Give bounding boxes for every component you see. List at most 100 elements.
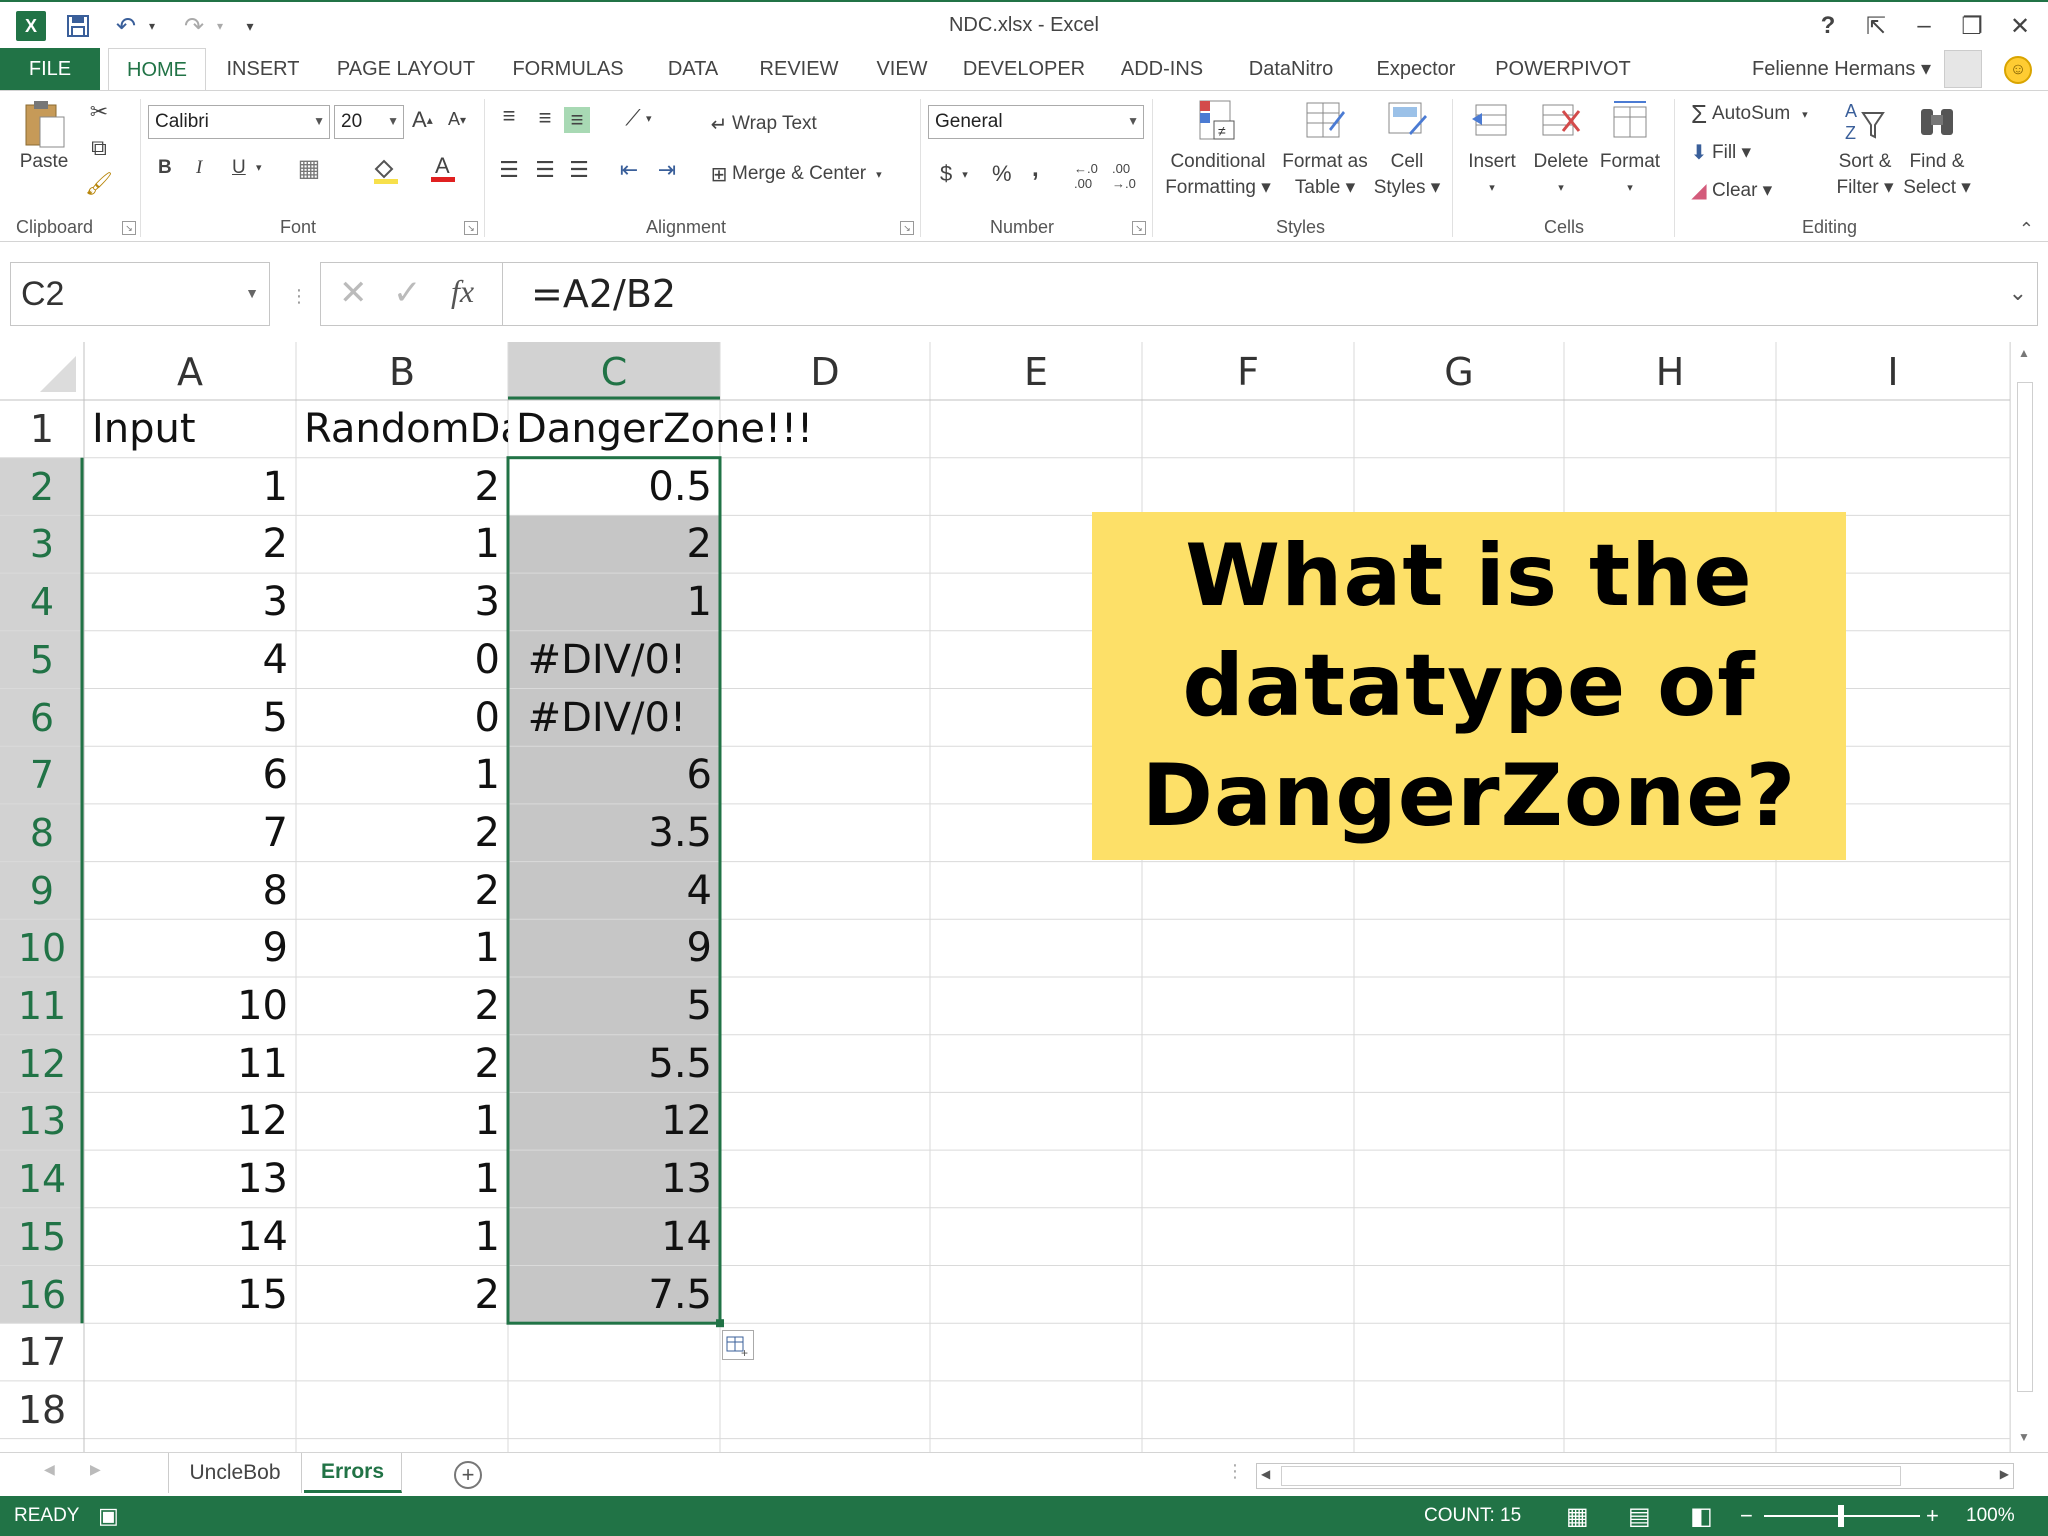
column-header-e[interactable]: E [930,344,1142,400]
cell-b12[interactable]: 2 [296,1035,508,1093]
cell-b6[interactable]: 0 [296,689,508,747]
row-header[interactable]: 18 [0,1381,84,1439]
font-size-select[interactable]: 20 ▼ [334,105,404,139]
cell-a4[interactable]: 3 [84,573,296,631]
cell-a10[interactable]: 9 [84,919,296,977]
row-header[interactable]: 6 [0,689,84,747]
underline-dropdown-icon[interactable]: ▾ [256,161,262,174]
tab-insert[interactable]: INSERT [218,48,308,90]
borders-icon[interactable]: ▦ [296,155,322,182]
tab-expector[interactable]: Expector [1368,48,1464,90]
row-header[interactable]: 3 [0,515,84,573]
cell-c12[interactable]: 5.5 [508,1035,720,1093]
cell-c7[interactable]: 6 [508,746,720,804]
cancel-icon[interactable]: ✕ [339,273,368,313]
chevron-down-icon[interactable]: ▼ [245,285,259,301]
row-header[interactable]: 4 [0,573,84,631]
cell-c6[interactable]: #DIV/0! [508,689,720,747]
cell-b11[interactable]: 2 [296,977,508,1035]
cell-c11[interactable]: 5 [508,977,720,1035]
align-center-icon[interactable]: ☰ [532,157,558,183]
merge-center-button[interactable]: ⊞ Merge & Center ▾ [706,161,882,187]
cell-a18[interactable] [84,1381,296,1439]
cell-c15[interactable]: 14 [508,1208,720,1266]
tab-view[interactable]: VIEW [866,48,938,90]
close-button[interactable]: ✕ [2002,10,2038,42]
cell-c8[interactable]: 3.5 [508,804,720,862]
cell-a16[interactable]: 15 [84,1266,296,1324]
cell-a17[interactable] [84,1323,296,1381]
restore-button[interactable]: ❐ [1954,10,1990,42]
quick-analysis-icon[interactable]: + [722,1330,754,1360]
align-right-icon[interactable]: ☰ [566,157,592,183]
cell-b3[interactable]: 1 [296,515,508,573]
tab-split-handle[interactable]: ⋮ [1226,1461,1244,1482]
cell-a1[interactable]: Input [84,400,296,458]
vertical-scroll-thumb[interactable] [2017,382,2033,1392]
align-left-icon[interactable]: ☰ [496,157,522,183]
avatar[interactable] [1944,50,1982,88]
cut-icon[interactable]: ✂ [86,99,112,125]
top-align-icon[interactable]: ≡ [496,103,522,129]
formula-bar-resize-handle[interactable]: ⋮ [290,286,308,307]
user-account-menu[interactable]: Felienne Hermans ▾ [1752,56,1931,81]
minimize-button[interactable]: – [1906,10,1942,42]
tab-home[interactable]: HOME [108,48,206,91]
tab-file[interactable]: FILE [0,48,100,90]
wrap-text-button[interactable]: ↵ Wrap Text [706,111,817,137]
cell-c4[interactable]: 1 [508,573,720,631]
row-header[interactable]: 11 [0,977,84,1035]
cell-a3[interactable]: 2 [84,515,296,573]
zoom-in-button[interactable]: + [1926,1496,1939,1536]
formula-input[interactable]: =A2/B2 ⌄ [502,262,2038,326]
column-header-g[interactable]: G [1354,344,1564,400]
cell-b9[interactable]: 2 [296,862,508,920]
cell-a13[interactable]: 12 [84,1092,296,1150]
cell-b8[interactable]: 2 [296,804,508,862]
cell-c14[interactable]: 13 [508,1150,720,1208]
horizontal-scroll-thumb[interactable] [1281,1466,1901,1486]
italic-button[interactable]: I [196,157,202,179]
cell-b1[interactable]: RandomDa [296,400,508,458]
column-header-i[interactable]: I [1776,344,2010,400]
cell-a15[interactable]: 14 [84,1208,296,1266]
scroll-right-icon[interactable]: ▶ [2000,1467,2009,1481]
clipboard-launcher-icon[interactable]: ↘ [122,221,136,235]
clear-button[interactable]: ◢ Clear ▾ [1686,177,1772,203]
increase-font-size-icon[interactable]: A ▴ [412,107,433,133]
cell-b10[interactable]: 1 [296,919,508,977]
cell-c3[interactable]: 2 [508,515,720,573]
autosum-button[interactable]: Σ AutoSum ▾ [1686,99,1808,129]
cell-b16[interactable]: 2 [296,1266,508,1324]
tab-formulas[interactable]: FORMULAS [506,48,630,90]
decrease-indent-icon[interactable]: ⇤ [616,157,642,183]
column-header-b[interactable]: B [296,344,508,400]
cell-b14[interactable]: 1 [296,1150,508,1208]
row-header[interactable]: 13 [0,1092,84,1150]
find-select-button[interactable]: Find & Select ▾ [1900,99,1974,201]
redo-dropdown-icon[interactable]: ▾ [212,10,228,42]
name-box[interactable]: C2 ▼ [10,262,270,326]
cell-c2[interactable]: 0.5 [508,458,720,516]
cell-c1[interactable]: DangerZone!!! [508,400,828,458]
number-format-select[interactable]: General ▼ [928,105,1144,139]
font-name-select[interactable]: Calibri ▼ [148,105,330,139]
horizontal-scrollbar[interactable]: ◀ ▶ [1256,1463,2014,1489]
page-break-view-icon[interactable]: ◧ [1690,1496,1713,1536]
tab-developer[interactable]: DEVELOPER [962,48,1086,90]
row-header[interactable]: 16 [0,1266,84,1324]
cell-b2[interactable]: 2 [296,458,508,516]
vertical-scrollbar[interactable]: ▲ ▼ [2010,342,2038,1452]
column-header-h[interactable]: H [1564,344,1776,400]
cell-b15[interactable]: 1 [296,1208,508,1266]
cell-a7[interactable]: 6 [84,746,296,804]
column-header-f[interactable]: F [1142,344,1354,400]
tab-datanitro[interactable]: DataNitro [1238,48,1344,90]
new-sheet-button[interactable]: + [454,1461,482,1489]
cell-b4[interactable]: 3 [296,573,508,631]
cell-a12[interactable]: 11 [84,1035,296,1093]
expand-formula-bar-icon[interactable]: ⌄ [2009,281,2027,306]
cell-c10[interactable]: 9 [508,919,720,977]
undo-icon[interactable]: ↶ [110,10,142,42]
decrease-decimal-icon[interactable]: .00 →.0 [1112,161,1136,191]
